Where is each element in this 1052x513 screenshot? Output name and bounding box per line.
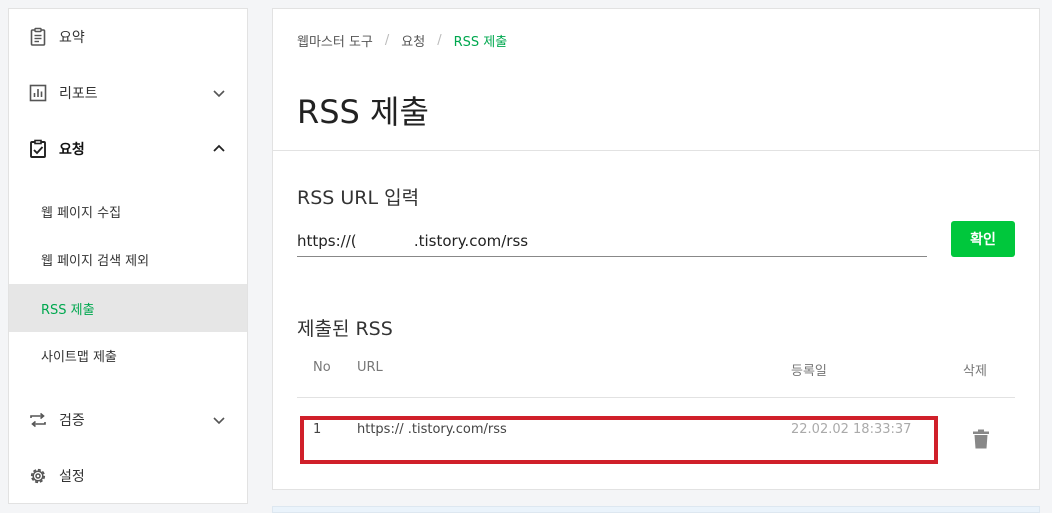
chevron-down-icon [213,90,225,98]
chevron-up-icon [213,144,225,152]
divider [273,150,1039,151]
breadcrumb-current: RSS 제출 [453,35,508,50]
breadcrumb-request[interactable]: 요청 [401,31,425,50]
breadcrumb-separator: / [384,33,390,48]
nav-report-label: 리포트 [59,86,98,102]
sub-item-sitemap-submit[interactable]: 사이트맵 제출 [9,331,247,379]
sidebar: 요약 리포트 요청 웹 페이지 수집 웹 페이지 검색 제외 RSS 제출 사이… [8,8,248,504]
breadcrumb: 웹마스터 도구 / 요청 / RSS 제출 [297,31,507,50]
nav-summary[interactable]: 요약 [9,9,247,65]
clipboard-icon [27,26,49,48]
table-header-divider [297,397,1015,398]
column-header-delete: 삭제 [963,364,987,379]
breadcrumb-webmaster-tools[interactable]: 웹마스터 도구 [297,31,373,50]
confirm-button[interactable]: 확인 [951,221,1015,257]
nav-settings-label: 설정 [59,469,85,485]
bottom-panel-edge [272,506,1040,513]
chevron-down-icon [213,417,225,425]
gear-icon [27,465,49,487]
bar-chart-icon [27,82,49,104]
nav-report[interactable]: 리포트 [9,65,247,121]
nav-request[interactable]: 요청 [9,121,247,177]
clipboard-check-icon [27,138,49,160]
nav-settings[interactable]: 설정 [9,448,247,504]
sub-item-rss-submit[interactable]: RSS 제출 [9,284,247,332]
page-title: RSS 제출 [297,93,429,131]
sub-item-web-page-collect[interactable]: 웹 페이지 수집 [9,187,247,235]
breadcrumb-separator: / [437,33,442,48]
rss-url-label: RSS URL 입력 [297,187,420,209]
column-header-date: 등록일 [791,364,827,379]
column-header-no: No [313,360,331,375]
rss-url-input[interactable] [297,225,927,257]
nav-request-label: 요청 [59,142,85,158]
repeat-icon [27,409,49,431]
sub-item-web-page-exclude[interactable]: 웹 페이지 검색 제외 [9,235,247,283]
nav-verify-label: 검증 [59,413,85,429]
highlight-box [300,416,938,464]
column-header-url: URL [357,360,383,375]
submitted-rss-title: 제출된 RSS [297,318,393,340]
trash-icon[interactable] [972,429,990,449]
nav-verify[interactable]: 검증 [9,392,247,448]
nav-summary-label: 요약 [59,30,85,46]
